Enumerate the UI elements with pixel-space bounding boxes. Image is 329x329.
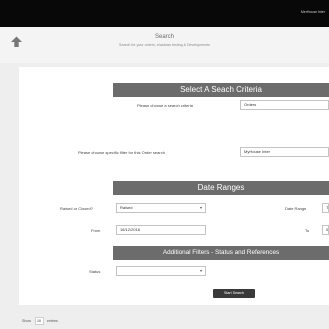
from-date-value: 16/12/2016 [120, 227, 141, 232]
top-bar: MerHouse Inter [0, 0, 329, 27]
criteria-section-header: Select A Seach Criteria [113, 83, 329, 97]
from-date-input[interactable]: 16/12/2016 [116, 225, 206, 235]
date-ranges-title: Date Ranges [197, 183, 245, 192]
search-criteria-value: Orders [244, 102, 257, 107]
entries-label: entries [47, 319, 58, 323]
to-label: To [305, 228, 310, 233]
status-select[interactable]: ▾ [116, 266, 206, 276]
search-criteria-select[interactable]: Orders [240, 100, 329, 110]
criteria-section-title: Select A Seach Criteria [180, 85, 262, 94]
page-size-select[interactable]: 10 [35, 317, 44, 325]
date-ranges-section-header: Date Ranges [113, 181, 329, 195]
brand-text: MerHouse Inter [300, 10, 325, 14]
raised-or-closed-select[interactable]: Raised ▾ [116, 203, 206, 213]
search-criteria-label: Please choose a search criteria [137, 103, 193, 108]
page-header: Search Search for your orders, shadows t… [0, 27, 329, 63]
additional-filters-section-header: Additional Filters - Status and Referenc… [113, 246, 329, 260]
date-range-label: Date Range [285, 206, 307, 211]
date-range-select[interactable]: T [322, 203, 329, 213]
specific-filter-value: MyHouse Inter [244, 149, 271, 154]
show-label: Show [22, 319, 31, 323]
raised-or-closed-label: Raised or Closed? [60, 206, 93, 211]
raised-or-closed-value: Raised [120, 205, 133, 210]
specific-filter-label: Please choose specific filter for this O… [78, 150, 165, 155]
status-label: Status [89, 269, 101, 274]
chevron-down-icon: ▾ [199, 268, 202, 273]
page-subtitle: Search for your orders, shadows testing … [119, 43, 210, 47]
page-title: Search [154, 34, 174, 40]
page-size-value: 10 [37, 319, 41, 323]
from-label: From [91, 228, 101, 233]
additional-filters-title: Additional Filters - Status and Referenc… [162, 249, 280, 256]
chevron-down-icon: ▾ [199, 205, 202, 210]
date-range-value: T [326, 205, 329, 210]
to-date-input[interactable]: 0 [322, 225, 329, 235]
to-date-value: 0 [326, 227, 329, 232]
specific-filter-select[interactable]: MyHouse Inter [240, 147, 329, 157]
start-search-button[interactable]: Start Search [213, 289, 255, 298]
